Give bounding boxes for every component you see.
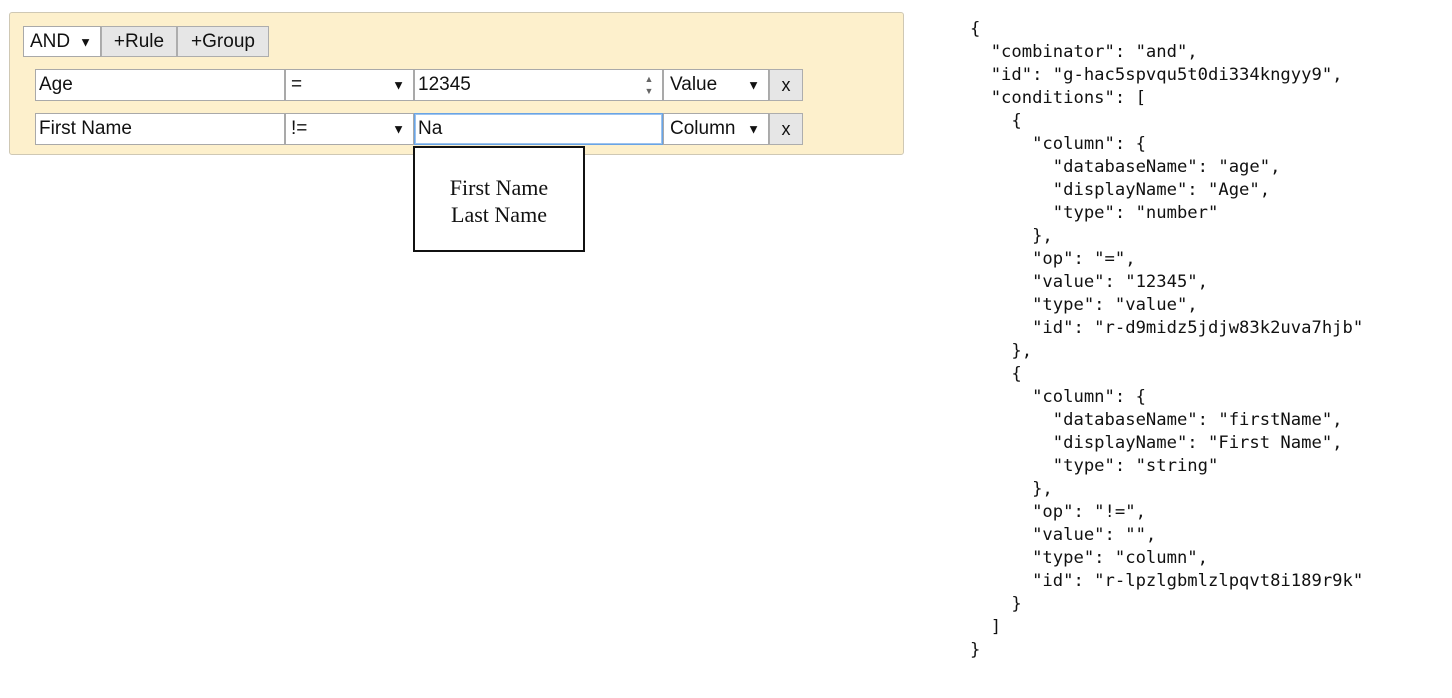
combinator-value: AND (30, 30, 71, 52)
dropdown-arrow-icon: ▼ (392, 77, 405, 93)
column-input[interactable]: First Name (35, 113, 285, 145)
value-text: 12345 (418, 74, 471, 95)
number-spinner[interactable]: ▲ ▼ (642, 74, 656, 96)
value-number-input[interactable]: 12345 ▲ ▼ (414, 69, 663, 101)
dropdown-arrow-icon: ▼ (747, 121, 760, 137)
column-value: First Name (39, 118, 132, 139)
value-type-value: Column (670, 118, 736, 139)
autocomplete-dropdown: First Name Last Name (413, 146, 585, 252)
operator-select[interactable]: = ▼ (285, 69, 414, 101)
column-input[interactable]: Age (35, 69, 285, 101)
add-group-button[interactable]: +Group (177, 26, 269, 57)
suggestion-item[interactable]: First Name (415, 174, 583, 201)
remove-rule-button[interactable]: x (769, 69, 803, 101)
dropdown-arrow-icon: ▼ (392, 121, 405, 137)
value-type-select[interactable]: Value ▼ (663, 69, 769, 101)
remove-rule-button[interactable]: x (769, 113, 803, 145)
rule-row: Age = ▼ 12345 ▲ ▼ Value ▼ x (35, 69, 803, 101)
value-text: Na (418, 118, 443, 139)
operator-value: != (291, 118, 308, 139)
suggestion-item[interactable]: Last Name (415, 201, 583, 228)
operator-value: = (291, 74, 303, 95)
spinner-down-icon[interactable]: ▼ (645, 86, 654, 96)
dropdown-arrow-icon: ▼ (747, 77, 760, 93)
column-value: Age (39, 74, 73, 95)
spinner-up-icon[interactable]: ▲ (645, 74, 654, 84)
value-type-value: Value (670, 74, 718, 95)
group-toolbar: AND ▼ +Rule +Group (23, 26, 269, 57)
json-output: { "combinator": "and", "id": "g-hac5spvq… (970, 19, 1364, 660)
value-column-input[interactable]: Na (414, 113, 663, 145)
dropdown-arrow-icon: ▼ (79, 34, 92, 49)
add-rule-button[interactable]: +Rule (101, 26, 177, 57)
combinator-select[interactable]: AND ▼ (23, 26, 101, 57)
value-type-select[interactable]: Column ▼ (663, 113, 769, 145)
operator-select[interactable]: != ▼ (285, 113, 414, 145)
query-builder-group: AND ▼ +Rule +Group Age = ▼ 12345 ▲ ▼ Val… (9, 12, 904, 155)
rule-row: First Name != ▼ Na Column ▼ x (35, 113, 803, 145)
